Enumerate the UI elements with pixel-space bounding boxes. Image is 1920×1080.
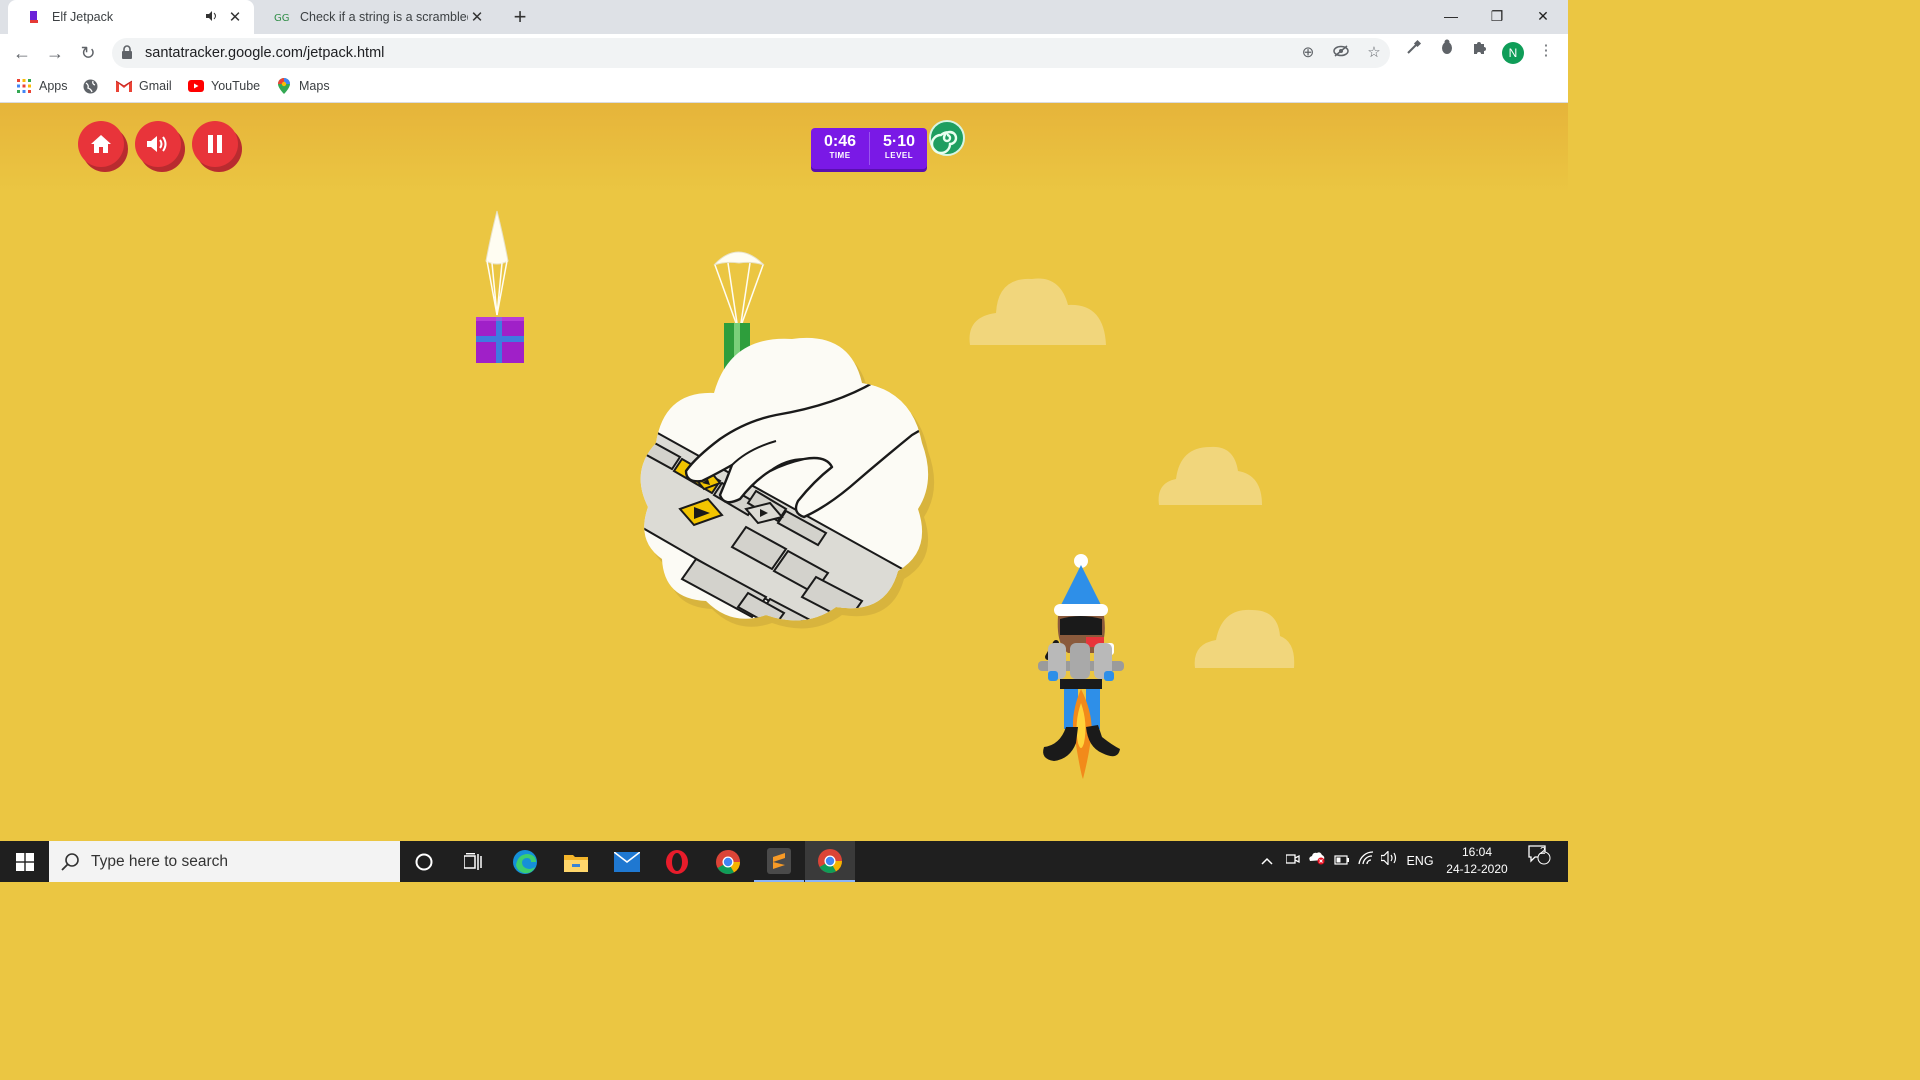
- tracking-blocked-icon[interactable]: [1329, 41, 1353, 65]
- browser-toolbar: ← → ↻ santatracker.google.com/jetpack.ht…: [0, 34, 1568, 72]
- pause-icon: [208, 135, 222, 153]
- time-value: 0:46: [823, 133, 857, 150]
- santa-tracker-favicon: [26, 9, 42, 25]
- tab-strip: Elf Jetpack ✕ GG Check if a string is a …: [0, 0, 1568, 34]
- bookmark-youtube[interactable]: YouTube: [188, 72, 260, 100]
- onedrive-error-icon[interactable]: [1305, 841, 1329, 882]
- sound-button[interactable]: [135, 121, 181, 167]
- back-icon[interactable]: ←: [8, 39, 36, 67]
- tutorial-keyboard-hint: [640, 337, 935, 629]
- elf-player: [1038, 554, 1124, 779]
- mail-icon[interactable]: [602, 841, 652, 882]
- task-view-icon[interactable]: [449, 841, 499, 882]
- wifi-icon[interactable]: [1355, 841, 1377, 882]
- reload-icon[interactable]: ↻: [74, 39, 102, 67]
- meet-now-icon[interactable]: [1282, 841, 1304, 882]
- url-text[interactable]: santatracker.google.com/jetpack.html: [145, 38, 384, 68]
- file-explorer-icon[interactable]: [551, 841, 601, 882]
- eyedropper-extension-icon[interactable]: [1402, 39, 1426, 63]
- notification-count: 2: [1540, 846, 1546, 857]
- search-icon: [61, 852, 79, 871]
- bookmark-gmail[interactable]: Gmail: [116, 72, 172, 100]
- tab-geeks[interactable]: GG Check if a string is a scrambled fo ✕: [256, 0, 496, 34]
- cortana-icon[interactable]: [399, 841, 449, 882]
- lock-icon[interactable]: [122, 45, 132, 59]
- maps-pin-icon: [276, 78, 292, 94]
- close-tab-icon[interactable]: ✕: [226, 8, 244, 26]
- cloud-decoration: [1194, 609, 1295, 668]
- svg-text:GG: GG: [274, 13, 290, 22]
- address-bar[interactable]: santatracker.google.com/jetpack.html ⊕ ☆: [112, 38, 1390, 68]
- battery-icon[interactable]: [1331, 841, 1353, 882]
- pause-button[interactable]: [192, 121, 238, 167]
- bookmark-label: Apps: [39, 79, 68, 93]
- tab-elf-jetpack[interactable]: Elf Jetpack ✕: [8, 0, 254, 34]
- extensions-puzzle-icon[interactable]: [1468, 39, 1492, 63]
- bookmark-label: YouTube: [211, 79, 261, 93]
- profile-avatar[interactable]: N: [1502, 42, 1524, 64]
- home-button[interactable]: [78, 121, 124, 167]
- bug-extension-icon[interactable]: [1435, 39, 1459, 63]
- minimize-icon[interactable]: —: [1428, 0, 1474, 32]
- chrome-active-icon[interactable]: [805, 841, 855, 882]
- tray-chevron-up-icon[interactable]: [1256, 841, 1278, 882]
- cloud-decoration: [1158, 446, 1262, 505]
- new-tab-button[interactable]: +: [508, 4, 532, 30]
- bookmark-globe[interactable]: [82, 72, 105, 100]
- apps-grid-icon: [16, 78, 32, 94]
- bookmark-apps[interactable]: Apps: [16, 72, 68, 100]
- input-language[interactable]: ENG: [1404, 841, 1436, 882]
- tab-title: Check if a string is a scrambled fo: [300, 10, 468, 24]
- time-label: TIME: [829, 151, 851, 160]
- game-canvas[interactable]: 0:46 TIME 5·10 LEVEL: [0, 103, 1568, 841]
- clock-time: 16:04: [1461, 845, 1493, 859]
- score-hud: 0:46 TIME 5·10 LEVEL: [811, 128, 927, 169]
- action-center-icon[interactable]: 2: [1522, 841, 1556, 882]
- gmail-icon: [116, 78, 132, 94]
- swirl-candy-icon: [929, 120, 965, 156]
- close-tab-icon[interactable]: ✕: [468, 8, 486, 26]
- sublime-icon[interactable]: [754, 841, 804, 882]
- bookmark-label: Gmail: [139, 79, 172, 93]
- restore-icon[interactable]: ❐: [1474, 0, 1520, 32]
- bookmark-star-icon[interactable]: ☆: [1362, 41, 1386, 65]
- close-window-icon[interactable]: ✕: [1520, 0, 1566, 32]
- volume-icon[interactable]: [1379, 841, 1401, 882]
- windows-taskbar: Type here to search ENG 16:04 24-12-2020…: [0, 841, 1568, 882]
- cloud-decoration: [969, 278, 1106, 345]
- youtube-icon: [188, 78, 204, 94]
- taskbar-search-box[interactable]: Type here to search: [49, 841, 400, 882]
- kebab-menu-icon[interactable]: ⋮: [1534, 39, 1558, 63]
- windows-start-icon[interactable]: [0, 841, 50, 882]
- bookmark-maps[interactable]: Maps: [276, 72, 330, 100]
- clock-date: 24-12-2020: [1446, 862, 1508, 876]
- system-clock[interactable]: 16:04 24-12-2020: [1440, 844, 1514, 878]
- present-purple-parachute: [476, 210, 524, 363]
- edge-icon[interactable]: [500, 841, 550, 882]
- time-display: 0:46 TIME: [811, 128, 869, 169]
- level-display: 5·10 LEVEL: [870, 128, 928, 169]
- tab-title: Elf Jetpack: [52, 10, 114, 24]
- chrome-icon[interactable]: [703, 841, 753, 882]
- search-placeholder: Type here to search: [91, 852, 228, 870]
- bookmark-label: Maps: [299, 79, 330, 93]
- level-label: LEVEL: [884, 151, 914, 160]
- install-app-icon[interactable]: ⊕: [1296, 41, 1320, 65]
- globe-icon: [82, 78, 98, 94]
- sound-icon: [147, 136, 167, 152]
- opera-icon[interactable]: [652, 841, 702, 882]
- speaker-icon[interactable]: [206, 10, 218, 24]
- gfg-favicon: GG: [274, 9, 290, 25]
- forward-icon[interactable]: →: [41, 39, 69, 67]
- home-icon: [91, 135, 111, 153]
- bookmarks-bar: Apps Gmail YouTube Maps: [0, 72, 1568, 103]
- level-value: 5·10: [882, 133, 916, 150]
